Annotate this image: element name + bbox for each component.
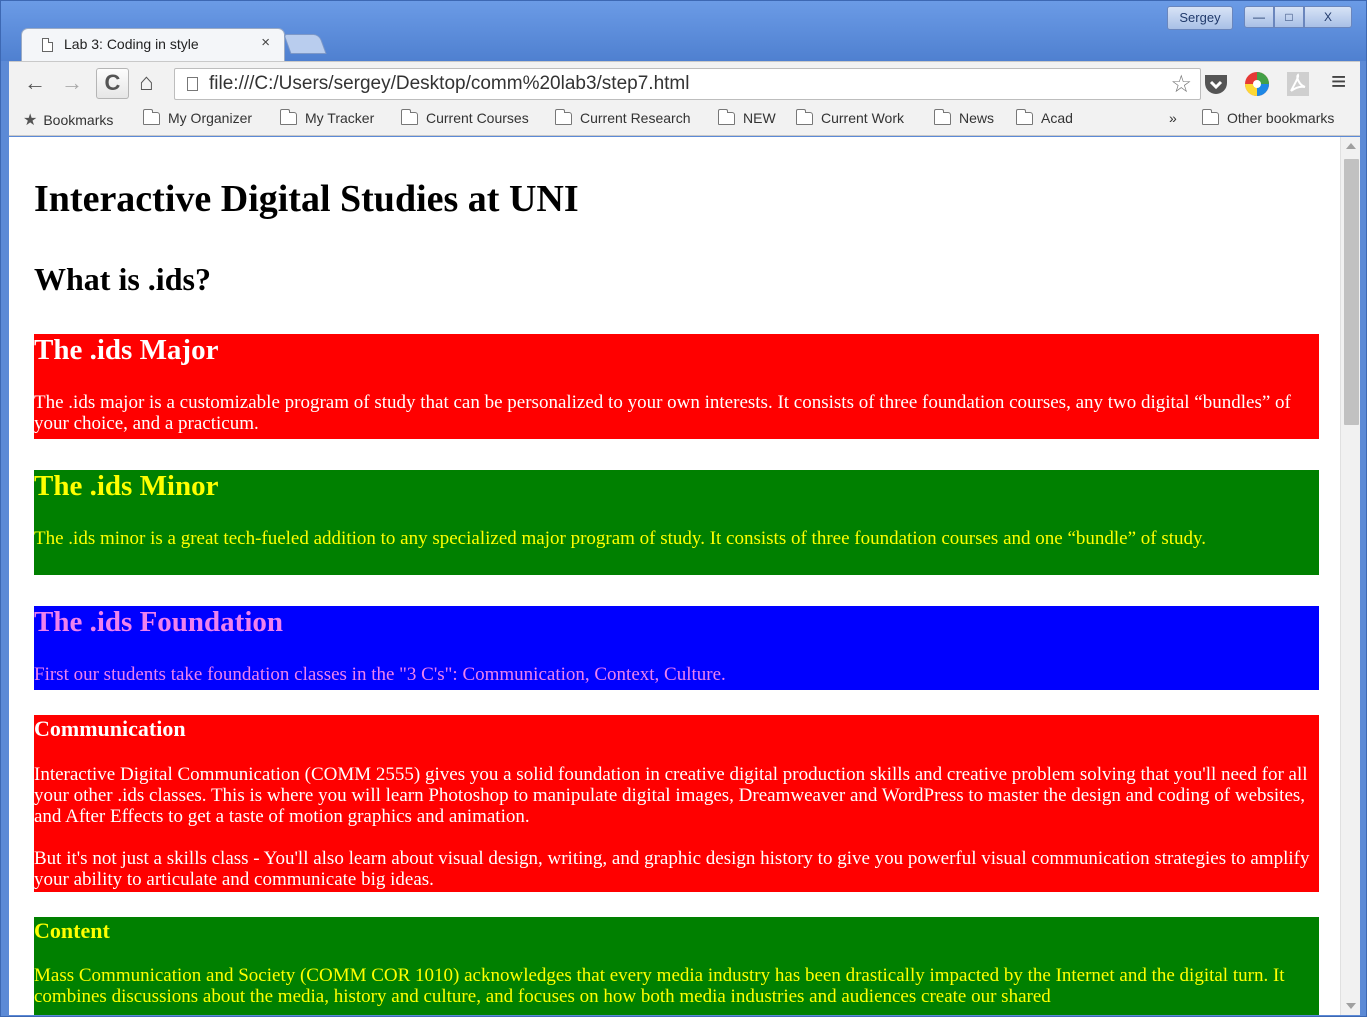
back-button[interactable]: ← — [24, 69, 46, 97]
address-bar[interactable]: file:///C:/Users/sergey/Desktop/comm%20l… — [174, 68, 1201, 100]
bookmarks-label: Bookmarks — [43, 112, 114, 128]
page-icon — [187, 77, 198, 91]
section-paragraph: The .ids minor is a great tech-fueled ad… — [34, 528, 1207, 549]
tab-active[interactable]: Lab 3: Coding in style × — [21, 28, 285, 61]
bookmark-folder-current-courses[interactable]: Current Courses — [401, 109, 529, 126]
browser-window: Lab 3: Coding in style × Sergey — □ X ← … — [0, 0, 1367, 1017]
vertical-scrollbar[interactable] — [1340, 137, 1360, 1015]
page-subtitle: What is .ids? — [34, 261, 211, 297]
bookmark-folder-new[interactable]: NEW — [718, 109, 776, 126]
section-minor: The .ids Minor The .ids minor is a great… — [34, 470, 1319, 575]
section-foundation: The .ids Foundation First our students t… — [34, 606, 1319, 690]
page-title: Interactive Digital Studies at UNI — [34, 178, 579, 220]
browser-toolbar: ← → C ⌂ file:///C:/Users/sergey/Desktop/… — [9, 61, 1360, 105]
section-heading: The .ids Major — [34, 334, 219, 366]
bookmark-label: Other bookmarks — [1227, 110, 1335, 126]
profile-button[interactable]: Sergey — [1167, 6, 1233, 30]
section-content: Content Mass Communication and Society (… — [34, 917, 1319, 1015]
home-button[interactable]: ⌂ — [139, 69, 154, 97]
bookmarks-item[interactable]: ★ Bookmarks — [23, 110, 113, 130]
section-paragraph: Interactive Digital Communication (COMM … — [34, 764, 1308, 827]
bookmark-folder-current-work[interactable]: Current Work — [796, 109, 904, 126]
section-communication: Communication Interactive Digital Commun… — [34, 715, 1319, 892]
bookmark-folder-my-tracker[interactable]: My Tracker — [280, 109, 375, 126]
tab-close-icon[interactable]: × — [261, 34, 270, 51]
tab-title: Lab 3: Coding in style — [64, 36, 199, 52]
scroll-down-arrow-icon[interactable] — [1346, 1003, 1356, 1009]
bookmarks-overflow-button[interactable]: » — [1169, 110, 1177, 126]
reload-button[interactable]: C — [96, 68, 129, 99]
bookmark-folder-other[interactable]: Other bookmarks — [1202, 109, 1335, 126]
bookmark-label: Current Research — [580, 110, 691, 126]
forward-button[interactable]: → — [61, 69, 83, 97]
bookmark-label: Current Courses — [426, 110, 529, 126]
page-icon — [42, 38, 53, 52]
bookmark-folder-current-research[interactable]: Current Research — [555, 109, 691, 126]
bookmark-folder-news[interactable]: News — [934, 109, 995, 126]
title-bar: Lab 3: Coding in style × Sergey — □ X — [1, 1, 1366, 61]
url-text[interactable]: file:///C:/Users/sergey/Desktop/comm%20l… — [209, 73, 689, 95]
color-wheel-icon[interactable] — [1244, 71, 1270, 97]
scroll-up-arrow-icon[interactable] — [1346, 143, 1356, 149]
section-paragraph: The .ids major is a customizable program… — [34, 392, 1291, 434]
new-tab-button[interactable] — [283, 34, 327, 54]
pdf-extension-icon[interactable] — [1286, 71, 1310, 97]
bookmark-label: Acad — [1041, 110, 1073, 126]
bookmark-label: My Organizer — [168, 110, 253, 126]
scrollbar-thumb[interactable] — [1344, 159, 1359, 425]
bookmark-folder-my-organizer[interactable]: My Organizer — [143, 109, 253, 126]
folder-icon — [1016, 109, 1033, 125]
folder-icon — [718, 109, 735, 125]
bookmark-label: News — [959, 110, 995, 126]
page-viewport: Interactive Digital Studies at UNI What … — [9, 137, 1360, 1015]
section-major: The .ids Major The .ids major is a custo… — [34, 334, 1319, 439]
folder-icon — [796, 109, 813, 125]
folder-icon — [401, 109, 418, 125]
maximize-button[interactable]: □ — [1274, 6, 1304, 28]
section-heading: The .ids Minor — [34, 470, 219, 502]
bookmark-label: My Tracker — [305, 110, 375, 126]
section-heading: Communication — [34, 716, 186, 741]
section-paragraph: First our students take foundation class… — [34, 664, 726, 685]
menu-icon[interactable]: ≡ — [1331, 68, 1346, 94]
bookmarks-bar: ★ Bookmarks My Organizer My Tracker Curre… — [9, 105, 1360, 136]
close-window-button[interactable]: X — [1304, 6, 1352, 28]
bookmark-folder-acad[interactable]: Acad — [1016, 109, 1073, 126]
folder-icon — [280, 109, 297, 125]
section-paragraph: But it's not just a skills class - You'l… — [34, 848, 1310, 890]
pocket-icon[interactable] — [1203, 72, 1229, 96]
minimize-button[interactable]: — — [1244, 6, 1274, 28]
folder-icon — [143, 109, 160, 125]
section-heading: Content — [34, 918, 110, 943]
section-paragraph: Mass Communication and Society (COMM COR… — [34, 965, 1285, 1007]
bookmark-label: NEW — [743, 110, 776, 126]
star-icon: ★ — [23, 112, 38, 129]
folder-icon — [1202, 109, 1219, 125]
folder-icon — [555, 109, 572, 125]
bookmark-label: Current Work — [821, 110, 904, 126]
folder-icon — [934, 109, 951, 125]
section-heading: The .ids Foundation — [34, 606, 284, 638]
bookmark-star-icon[interactable]: ☆ — [1170, 70, 1192, 99]
